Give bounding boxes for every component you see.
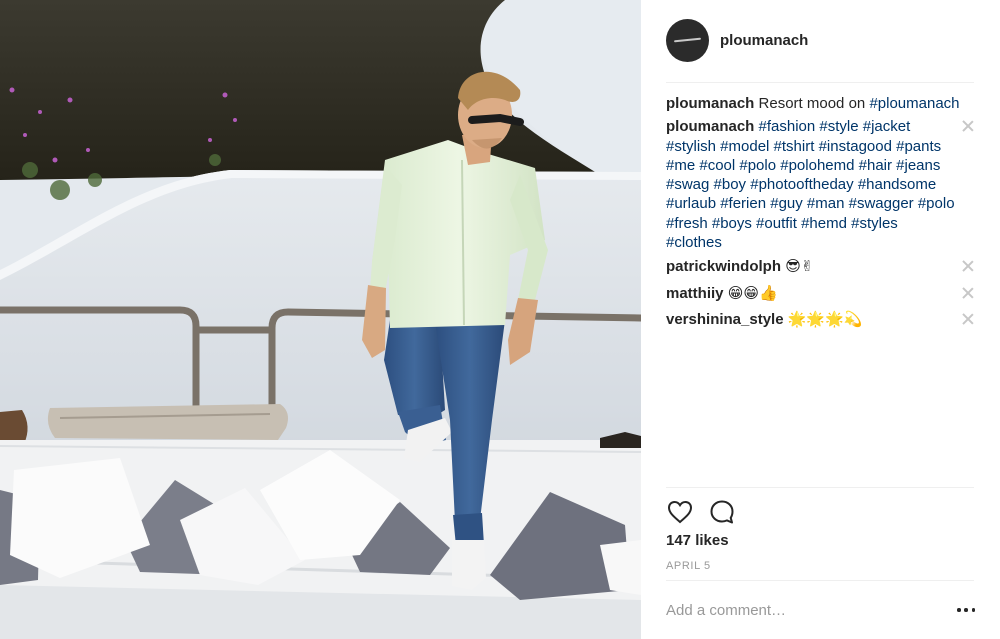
comment-item: ploumanach #fashion #style #jacket #styl… — [666, 117, 974, 252]
comment-item: matthiiy 😁😁👍 — [666, 284, 974, 303]
comment-item: vershinina_style 🌟🌟🌟💫 — [666, 310, 974, 329]
post-header: ploumanach — [666, 18, 808, 62]
comment-text[interactable]: #fashion #style #jacket #stylish #model … — [666, 118, 955, 251]
comment-text: 🌟🌟🌟💫 — [787, 310, 863, 328]
delete-comment-icon[interactable] — [962, 260, 974, 272]
header-divider — [666, 82, 974, 83]
post-photo[interactable] — [0, 0, 641, 639]
comment-box-divider — [666, 580, 974, 581]
delete-comment-icon[interactable] — [962, 120, 974, 132]
comment-text: 😎✌ — [785, 258, 814, 276]
comment-list: ploumanach Resort mood on #ploumanach pl… — [666, 94, 974, 336]
post-date: APRIL 5 — [666, 560, 711, 572]
actions-divider — [666, 487, 974, 488]
comment-username[interactable]: matthiiy — [666, 285, 724, 302]
post-detail-panel: ploumanach ploumanach Resort mood on #pl… — [641, 0, 1000, 639]
ellipsis-icon[interactable] — [957, 602, 975, 618]
post-image — [0, 0, 641, 639]
comment-username[interactable]: patrickwindolph — [666, 258, 781, 275]
caption-hashtag[interactable]: #ploumanach — [869, 95, 959, 112]
avatar[interactable] — [666, 18, 709, 62]
delete-comment-icon[interactable] — [962, 287, 974, 299]
add-comment-input[interactable] — [666, 599, 936, 621]
heart-icon[interactable] — [666, 498, 694, 526]
post-actions — [666, 498, 750, 526]
comment-username[interactable]: vershinina_style — [666, 311, 784, 328]
caption-text: Resort mood on — [758, 95, 866, 112]
comment-text: 😁😁👍 — [727, 284, 778, 302]
comment-username[interactable]: ploumanach — [666, 118, 754, 135]
speech-bubble-icon[interactable] — [708, 498, 736, 526]
header-username[interactable]: ploumanach — [720, 32, 808, 49]
caption-username[interactable]: ploumanach — [666, 95, 754, 112]
like-count[interactable]: 147 likes — [666, 532, 729, 549]
delete-comment-icon[interactable] — [962, 313, 974, 325]
comment-item: patrickwindolph 😎✌ — [666, 257, 974, 276]
caption: ploumanach Resort mood on #ploumanach — [666, 94, 974, 113]
